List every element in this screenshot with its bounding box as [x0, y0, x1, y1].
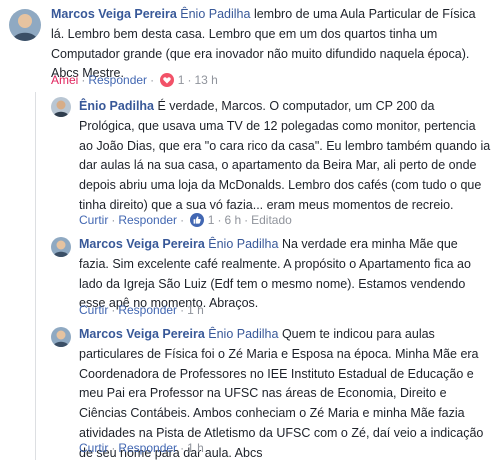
comment-actions: Curtir · Responder · 1 h — [79, 441, 204, 455]
avatar[interactable] — [51, 237, 71, 257]
comment-actions: Curtir · Responder · 1 · 6 h · Editado — [79, 213, 292, 230]
avatar-photo-icon — [9, 9, 41, 41]
like-reaction-icon[interactable] — [190, 213, 205, 230]
love-button[interactable]: Amei — [51, 73, 78, 87]
timestamp[interactable]: 13 h — [194, 73, 217, 87]
comment-mention[interactable]: Ênio Padilha — [208, 327, 278, 341]
comment-mention[interactable]: Ênio Padilha — [180, 7, 250, 21]
avatar-photo-icon — [51, 237, 71, 257]
comment-mention[interactable]: Ênio Padilha — [208, 237, 278, 251]
edited-label[interactable]: Editado — [251, 213, 292, 227]
comment-text: É verdade, Marcos. O computador, um CP 2… — [79, 99, 491, 212]
reply-button[interactable]: Responder — [88, 73, 147, 87]
reply-button[interactable]: Responder — [118, 441, 177, 455]
reply-button[interactable]: Responder — [118, 213, 177, 227]
comment-author[interactable]: Marcos Veiga Pereira — [79, 237, 205, 251]
avatar-photo-icon — [51, 97, 71, 117]
comment-actions: Amei · Responder · 1 · 13 h — [51, 73, 218, 90]
comment-author[interactable]: Marcos Veiga Pereira — [79, 327, 205, 341]
like-button[interactable]: Curtir — [79, 303, 108, 317]
avatar[interactable] — [9, 9, 41, 41]
reply-button[interactable]: Responder — [118, 303, 177, 317]
comment-body: Ênio Padilha É verdade, Marcos. O comput… — [79, 97, 491, 216]
like-button[interactable]: Curtir — [79, 213, 108, 227]
timestamp[interactable]: 6 h — [224, 213, 241, 227]
thread-connector — [35, 92, 36, 460]
love-reaction-icon[interactable] — [160, 73, 175, 90]
avatar[interactable] — [51, 97, 71, 117]
avatar-photo-icon — [51, 327, 71, 347]
timestamp[interactable]: 1 h — [187, 303, 204, 317]
comment-author[interactable]: Ênio Padilha — [79, 99, 154, 113]
comment-actions: Curtir · Responder · 1 h — [79, 303, 204, 317]
like-button[interactable]: Curtir — [79, 441, 108, 455]
comment-text: Quem te indicou para aulas particulares … — [79, 327, 484, 460]
avatar[interactable] — [51, 327, 71, 347]
comment-author[interactable]: Marcos Veiga Pereira — [51, 7, 177, 21]
timestamp[interactable]: 1 h — [187, 441, 204, 455]
